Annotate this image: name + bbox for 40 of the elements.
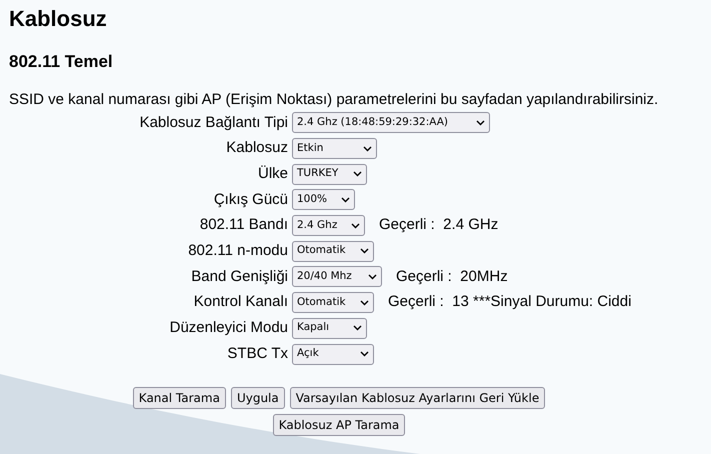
status-text: Geçerli : 13 ***Sinyal Durumu: Ciddi bbox=[388, 292, 632, 312]
status-text: Geçerli : 2.4 GHz bbox=[379, 215, 498, 236]
dropdown[interactable]: 2.4 Ghz (18:48:59:29:32:AA) bbox=[292, 112, 490, 134]
setting-label: Çıkış Gücü bbox=[212, 190, 289, 210]
dropdown[interactable]: 100% bbox=[292, 189, 355, 210]
dropdown[interactable]: Kapalı bbox=[292, 318, 367, 339]
action-button[interactable]: Varsayılan Kablosuz Ayarlarını Geri Yükle bbox=[290, 386, 546, 409]
section-title: 802.11 Temel bbox=[9, 52, 114, 72]
chevron-icon bbox=[360, 351, 369, 358]
chevron-icon bbox=[476, 120, 485, 126]
action-button[interactable]: Kablosuz AP Tarama bbox=[272, 414, 406, 436]
chevron-icon bbox=[360, 248, 369, 254]
setting-label: 802.11 n-modu bbox=[187, 241, 289, 262]
dropdown[interactable]: 20/40 Mhz bbox=[292, 266, 382, 288]
setting-label: Kablosuz Bağlantı Tipi bbox=[138, 112, 289, 133]
chevron-icon bbox=[368, 274, 377, 280]
setting-label: Kablosuz bbox=[225, 138, 289, 158]
page-title: Kablosuz bbox=[9, 6, 108, 32]
description-text: SSID ve kanal numarası gibi AP (Erişim Noktası) parametrelerini bu sayfadan yapılandırabilirsiniz. bbox=[9, 91, 660, 109]
dropdown[interactable]: 2.4 Ghz bbox=[292, 215, 365, 236]
setting-label: Düzenleyici Modu bbox=[168, 318, 289, 338]
dropdown[interactable]: Etkin bbox=[292, 138, 377, 160]
action-button[interactable]: Kanal Tarama bbox=[132, 386, 226, 409]
chevron-icon bbox=[363, 146, 372, 152]
dropdown[interactable]: Otomatik bbox=[292, 292, 374, 314]
setting-label: Kontrol Kanalı bbox=[192, 292, 289, 312]
setting-label: 802.11 Bandı bbox=[198, 215, 289, 236]
chevron-icon bbox=[360, 300, 369, 306]
chevron-icon bbox=[341, 196, 350, 203]
setting-label: Band Genişliği bbox=[190, 266, 289, 287]
dropdown[interactable]: Açık bbox=[292, 344, 374, 365]
chevron-icon bbox=[353, 325, 362, 332]
setting-label: STBC Tx bbox=[226, 344, 289, 364]
chevron-icon bbox=[351, 222, 360, 229]
status-text: Geçerli : 20MHz bbox=[396, 266, 508, 287]
dropdown[interactable]: TURKEY bbox=[292, 164, 367, 185]
setting-label: Ülke bbox=[256, 164, 289, 184]
chevron-icon bbox=[353, 171, 362, 178]
dropdown[interactable]: Otomatik bbox=[292, 240, 374, 262]
action-button[interactable]: Uygula bbox=[230, 386, 285, 409]
